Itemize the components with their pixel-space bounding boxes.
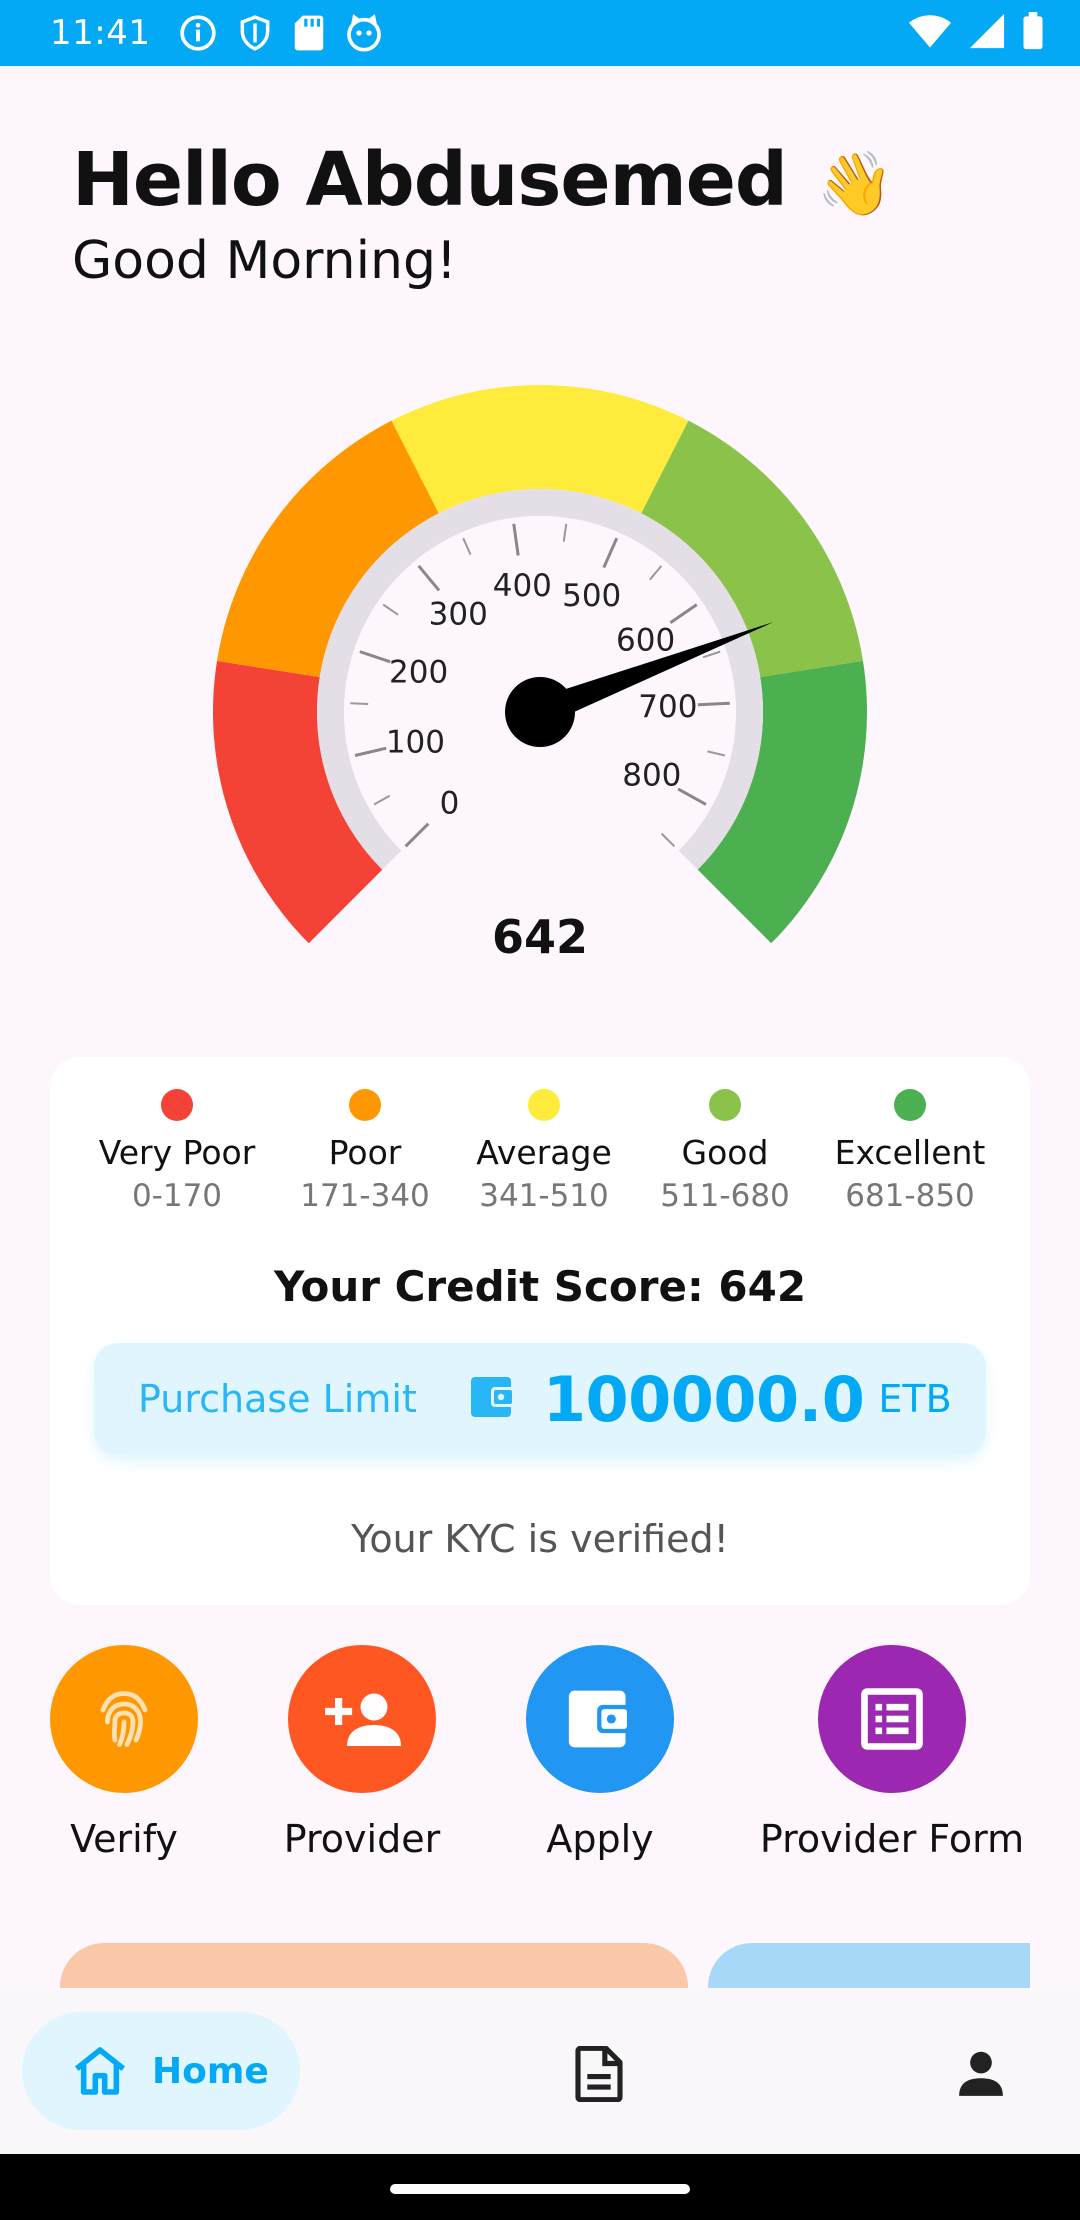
purchase-limit-amount: 100000.0 xyxy=(542,1362,865,1436)
legend-range: 171-340 xyxy=(300,1178,430,1214)
wallet-icon[interactable] xyxy=(526,1645,674,1793)
gauge-tick-label: 400 xyxy=(493,568,552,604)
legend-label: Good xyxy=(681,1133,769,1172)
legend-range: 341-510 xyxy=(479,1178,609,1214)
system-gesture-bar xyxy=(0,2154,1080,2220)
provider-form-label: Provider Form xyxy=(759,1817,1025,1861)
legend-item: Average 341-510 xyxy=(444,1089,644,1217)
provider-button[interactable]: Provider xyxy=(262,1645,462,1861)
gauge-needle-hub xyxy=(505,677,575,747)
legend-item: Poor 171-340 xyxy=(265,1089,465,1217)
purchase-limit-label: Purchase Limit xyxy=(138,1377,417,1421)
cat-icon xyxy=(344,13,384,53)
purchase-limit-currency: ETB xyxy=(878,1377,952,1421)
gauge-tick xyxy=(350,702,369,706)
legend-item: Good 511-680 xyxy=(625,1089,825,1217)
sd-card-icon xyxy=(292,14,326,52)
quick-actions: Verify Provider Apply Provider Form xyxy=(0,1645,1080,1875)
kyc-status: Your KYC is verified! xyxy=(351,1517,729,1561)
purchase-limit-box: Purchase Limit 100000.0 ETB xyxy=(94,1343,986,1455)
gauge-score: 642 xyxy=(491,910,589,964)
gauge-tick-label: 600 xyxy=(616,623,675,659)
document-icon xyxy=(575,2045,623,2103)
nav-documents[interactable] xyxy=(574,2045,624,2106)
credit-score-gauge: 0 100 200 300 400 500 600 700 800 642 xyxy=(0,360,1080,1000)
legend-dot xyxy=(161,1089,193,1121)
credit-info-card: Very Poor 0-170 Poor 171-340 Average 341-510 G… xyxy=(50,1057,1030,1605)
nav-home-label: Home xyxy=(152,2050,269,2092)
greeting-title: Hello Abdusemed 👋 xyxy=(72,132,894,232)
legend-dot xyxy=(894,1089,926,1121)
form-list-icon[interactable] xyxy=(818,1645,966,1793)
provider-form-button[interactable]: Provider Form xyxy=(752,1645,1032,1861)
score-legend: Very Poor 0-170 Poor 171-340 Average 341-510 G… xyxy=(50,1089,1030,1219)
legend-dot xyxy=(709,1089,741,1121)
fingerprint-icon[interactable] xyxy=(50,1645,198,1793)
home-gesture-pill[interactable] xyxy=(390,2184,690,2194)
verify-button[interactable]: Verify xyxy=(24,1645,224,1861)
nav-profile[interactable] xyxy=(956,2048,1006,2102)
legend-range: 0-170 xyxy=(131,1178,223,1214)
apply-label: Apply xyxy=(546,1817,654,1861)
battery-icon xyxy=(1022,12,1044,50)
legend-item: Very Poor 0-170 xyxy=(77,1089,277,1217)
legend-label: Excellent xyxy=(834,1133,986,1172)
gauge-tick-label: 0 xyxy=(440,786,460,822)
gauge-tick-label: 800 xyxy=(622,757,681,793)
legend-dot xyxy=(349,1089,381,1121)
gauge-tick-label: 700 xyxy=(638,689,697,725)
verify-label: Verify xyxy=(70,1817,178,1861)
gauge-tick-label: 200 xyxy=(389,654,448,690)
gauge-tick-label: 500 xyxy=(562,578,621,614)
status-bar: 11:41 xyxy=(0,0,1080,66)
legend-label: Poor xyxy=(328,1133,402,1172)
legend-label: Very Poor xyxy=(98,1133,256,1172)
status-time: 11:41 xyxy=(50,13,151,53)
gauge-svg: 0 100 200 300400 500 600 700 800 xyxy=(212,384,867,944)
gauge-tick xyxy=(697,701,730,707)
gauge-tick-label: 100 xyxy=(386,724,445,760)
wifi-icon xyxy=(908,12,952,50)
greeting-name: Hello Abdusemed xyxy=(72,137,788,223)
nav-home[interactable]: Home xyxy=(22,2012,300,2130)
gauge-tick-label: 300 xyxy=(429,597,488,633)
credit-score-text: Your Credit Score: 642 xyxy=(273,1262,807,1311)
wave-icon: 👋 xyxy=(816,147,894,221)
provider-label: Provider xyxy=(283,1817,441,1861)
info-icon xyxy=(178,13,218,53)
legend-range: 681-850 xyxy=(845,1178,975,1214)
greeting: Hello Abdusemed 👋 Good Morning! xyxy=(72,132,894,296)
bottom-navigation: Home xyxy=(0,1988,1080,2154)
apply-button[interactable]: Apply xyxy=(500,1645,700,1861)
shield-icon xyxy=(236,13,274,53)
person-add-icon[interactable] xyxy=(288,1645,436,1793)
legend-dot xyxy=(528,1089,560,1121)
profile-icon xyxy=(959,2051,1003,2096)
home-icon xyxy=(74,2047,126,2095)
legend-range: 511-680 xyxy=(660,1178,790,1214)
signal-icon xyxy=(968,12,1006,50)
legend-item: Excellent 681-850 xyxy=(810,1089,1010,1217)
greeting-subtitle: Good Morning! xyxy=(72,231,457,292)
wallet-icon xyxy=(469,1375,517,1423)
legend-label: Average xyxy=(476,1133,612,1172)
